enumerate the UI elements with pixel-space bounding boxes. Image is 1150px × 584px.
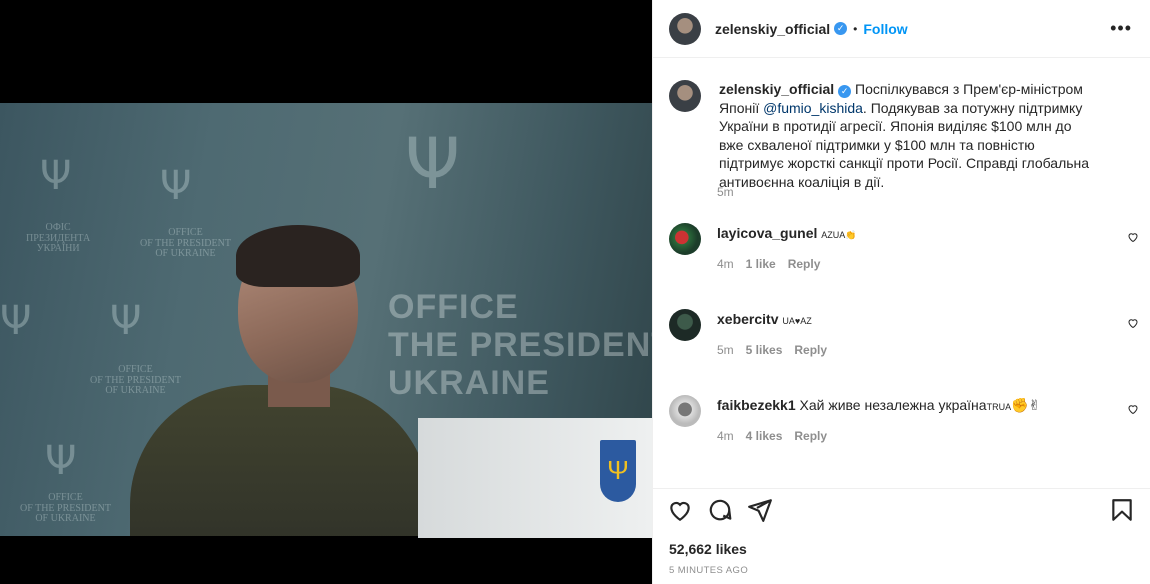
avatar[interactable] bbox=[669, 80, 701, 112]
post-time[interactable]: 5 MINUTES AGO bbox=[669, 565, 748, 576]
comment-emoji: ✊✌ bbox=[1011, 397, 1041, 413]
caption-username[interactable]: zelenskiy_official bbox=[719, 81, 834, 97]
comment-meta: 4m 4 likes Reply bbox=[717, 429, 839, 443]
comment-item: xebercitv UA♥AZ 5m 5 likes Reply bbox=[669, 307, 1139, 361]
heart-icon[interactable] bbox=[1127, 231, 1139, 243]
comment-text: faikbezekk1 Хай живе незалежна українаTR… bbox=[717, 397, 1040, 414]
comment-body: UA♥AZ bbox=[782, 316, 812, 326]
comment-time: 5m bbox=[717, 343, 734, 357]
comment-time: 4m bbox=[717, 257, 734, 271]
comment-likes[interactable]: 5 likes bbox=[746, 343, 783, 357]
wall-trident: Ψ bbox=[405, 123, 461, 205]
wall-text-ua: ОФІС ПРЕЗИДЕНТА УКРАЇНИ bbox=[26, 222, 91, 254]
comment-body: AZUA👏 bbox=[821, 230, 857, 240]
comment-username[interactable]: xebercitv bbox=[717, 311, 778, 327]
comment-username[interactable]: layicova_gunel bbox=[717, 225, 817, 241]
avatar[interactable] bbox=[669, 223, 701, 255]
post-media[interactable]: Ψ Ψ Ψ Ψ Ψ Ψ ОФІС ПРЕЗИДЕНТА УКРАЇНИ OFFI… bbox=[0, 0, 652, 584]
follow-button[interactable]: Follow bbox=[863, 21, 907, 37]
post-caption: zelenskiy_official ✓ Поспілкувався з Прем… bbox=[669, 80, 1139, 191]
share-icon[interactable] bbox=[747, 497, 773, 523]
verified-icon: ✓ bbox=[838, 85, 852, 98]
heart-icon[interactable] bbox=[1127, 317, 1139, 329]
comment-username[interactable]: faikbezekk1 bbox=[717, 397, 796, 413]
avatar[interactable] bbox=[669, 395, 701, 427]
wall-trident: Ψ bbox=[40, 153, 72, 199]
wall-text-en: OFFICE OF THE PRESIDENT OF UKRAINE bbox=[140, 227, 231, 259]
comment-text: xebercitv UA♥AZ bbox=[717, 311, 812, 327]
likes-count[interactable]: 52,662 likes bbox=[669, 541, 747, 557]
mention-link[interactable]: @fumio_kishida bbox=[763, 100, 863, 116]
caption-text: zelenskiy_official ✓ Поспілкувався з Прем… bbox=[719, 80, 1099, 191]
wall-big-text: OFFICE THE PRESIDENT UKRAINE bbox=[388, 288, 652, 402]
wall-trident: Ψ bbox=[0, 298, 32, 344]
comment-icon[interactable] bbox=[707, 497, 733, 523]
reply-button[interactable]: Reply bbox=[794, 429, 827, 443]
comment-body: Хай живе незалежна україна bbox=[799, 397, 987, 413]
comment-meta: 5m 5 likes Reply bbox=[717, 343, 839, 357]
post-header: zelenskiy_official ✓ • Follow ••• bbox=[653, 0, 1150, 58]
heart-icon[interactable] bbox=[667, 497, 693, 523]
separator-dot: • bbox=[853, 21, 858, 36]
comments-section: zelenskiy_official ✓ Поспілкувався з Прем… bbox=[653, 68, 1150, 488]
wall-trident: Ψ bbox=[110, 298, 142, 344]
comment-flag: TRUA bbox=[986, 402, 1012, 412]
comment-likes[interactable]: 4 likes bbox=[746, 429, 783, 443]
caption-timestamp: 5m bbox=[717, 185, 734, 199]
comment-text: layicova_gunel AZUA👏 bbox=[717, 225, 857, 241]
trident-seal-icon: Ψ bbox=[600, 440, 636, 502]
avatar[interactable] bbox=[669, 309, 701, 341]
reply-button[interactable]: Reply bbox=[788, 257, 821, 271]
avatar[interactable] bbox=[669, 12, 701, 45]
comment-item: faikbezekk1 Хай живе незалежна українаTR… bbox=[669, 393, 1139, 447]
heart-icon[interactable] bbox=[1127, 403, 1139, 415]
comment-likes[interactable]: 1 like bbox=[746, 257, 776, 271]
comment-meta: 4m 1 like Reply bbox=[717, 257, 832, 271]
verified-icon: ✓ bbox=[834, 22, 848, 35]
post-actions: 52,662 likes 5 MINUTES AGO bbox=[653, 488, 1150, 584]
bookmark-icon[interactable] bbox=[1109, 497, 1135, 523]
post-sidebar: zelenskiy_official ✓ • Follow ••• zelens… bbox=[652, 0, 1150, 584]
person-torso bbox=[130, 385, 430, 536]
author-username[interactable]: zelenskiy_official bbox=[715, 21, 830, 37]
comment-item: layicova_gunel AZUA👏 4m 1 like Reply bbox=[669, 221, 1139, 275]
comment-time: 4m bbox=[717, 429, 734, 443]
person-hair bbox=[236, 225, 360, 287]
post-dialog: Ψ Ψ Ψ Ψ Ψ Ψ ОФІС ПРЕЗИДЕНТА УКРАЇНИ OFFI… bbox=[0, 0, 1150, 584]
reply-button[interactable]: Reply bbox=[794, 343, 827, 357]
wall-text-en: OFFICE OF THE PRESIDENT OF UKRAINE bbox=[20, 492, 111, 524]
more-icon[interactable]: ••• bbox=[1110, 18, 1132, 39]
wall-text-en: OFFICE OF THE PRESIDENT OF UKRAINE bbox=[90, 364, 181, 396]
wall-trident: Ψ bbox=[160, 163, 192, 209]
wall-trident: Ψ bbox=[45, 438, 77, 484]
